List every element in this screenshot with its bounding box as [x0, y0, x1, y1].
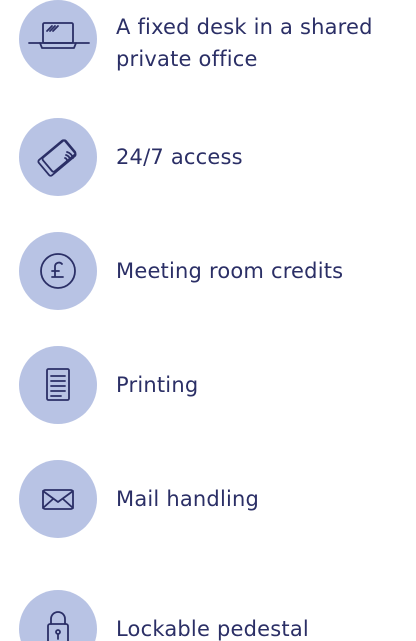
pound-coin-icon: [19, 232, 97, 310]
feature-item-meeting-credits: Meeting room credits: [0, 232, 416, 322]
feature-item-mail: Mail handling: [0, 460, 416, 550]
feature-label: Meeting room credits: [116, 259, 344, 283]
document-icon: [19, 346, 97, 424]
feature-label: Mail handling: [116, 487, 260, 511]
feature-label: A fixed desk in a shared private office: [116, 15, 373, 71]
features-list: A fixed desk in a shared private office …: [0, 0, 416, 641]
laptop-icon: [19, 0, 97, 78]
feature-label: 24/7 access: [116, 145, 243, 169]
padlock-icon: [19, 590, 97, 641]
envelope-icon: [19, 460, 97, 538]
feature-label: Lockable pedestal: [116, 617, 309, 641]
feature-item-access: 24/7 access: [0, 118, 416, 208]
feature-item-printing: Printing: [0, 346, 416, 436]
feature-item-fixed-desk: A fixed desk in a shared private office: [0, 0, 416, 90]
feature-label: Printing: [116, 373, 199, 397]
access-card-icon: [19, 118, 97, 196]
feature-item-pedestal: Lockable pedestal: [0, 570, 416, 641]
